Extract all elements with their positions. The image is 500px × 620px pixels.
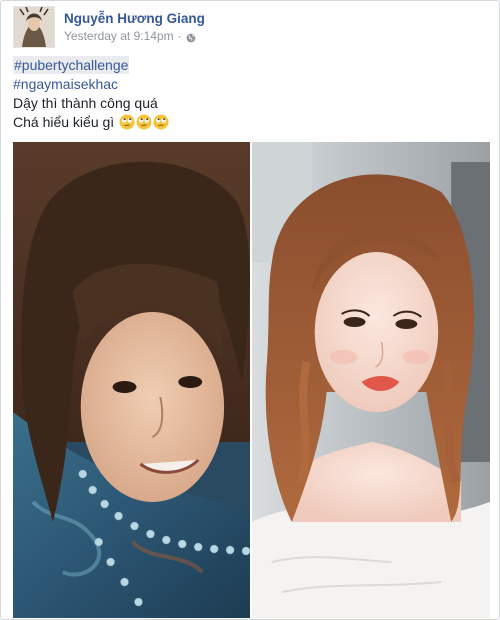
author-avatar[interactable] [13,6,55,48]
after-photo-icon [252,142,490,618]
post-subline: Yesterday at 9:14pm · [64,29,205,44]
author-name[interactable]: Nguyễn Hương Giang [64,10,205,27]
avatar-image-icon [14,7,54,47]
rolling-eyes-emoji-icon [136,114,152,130]
rolling-eyes-emoji-icon [153,114,169,130]
text-line-2: Chá hiểu kiểu gì [13,114,115,130]
hashtag-ngaymaisekhac[interactable]: #ngaymaisekhac [13,75,118,93]
separator-dot: · [177,29,182,43]
text-line-2-wrapper: Chá hiểu kiểu gì [13,113,483,132]
globe-icon[interactable] [186,32,196,42]
rolling-eyes-emoji-icon [119,114,135,130]
hashtag-pubertychallenge[interactable]: #pubertychallenge [13,56,130,74]
text-line-1: Dậy thì thành công quá [13,95,158,111]
post-meta: Nguyễn Hương Giang Yesterday at 9:14pm · [64,10,205,44]
before-photo-icon [13,142,250,618]
photo-before[interactable] [13,142,250,618]
post-header: Nguyễn Hương Giang Yesterday at 9:14pm · [13,5,205,49]
photo-after[interactable] [252,142,490,618]
facebook-post: Nguyễn Hương Giang Yesterday at 9:14pm ·… [0,0,500,620]
post-text: #pubertychallenge #ngaymaisekhac Dậy thì… [13,56,483,132]
photo-grid [13,142,490,618]
post-timestamp[interactable]: Yesterday at 9:14pm [64,29,174,44]
